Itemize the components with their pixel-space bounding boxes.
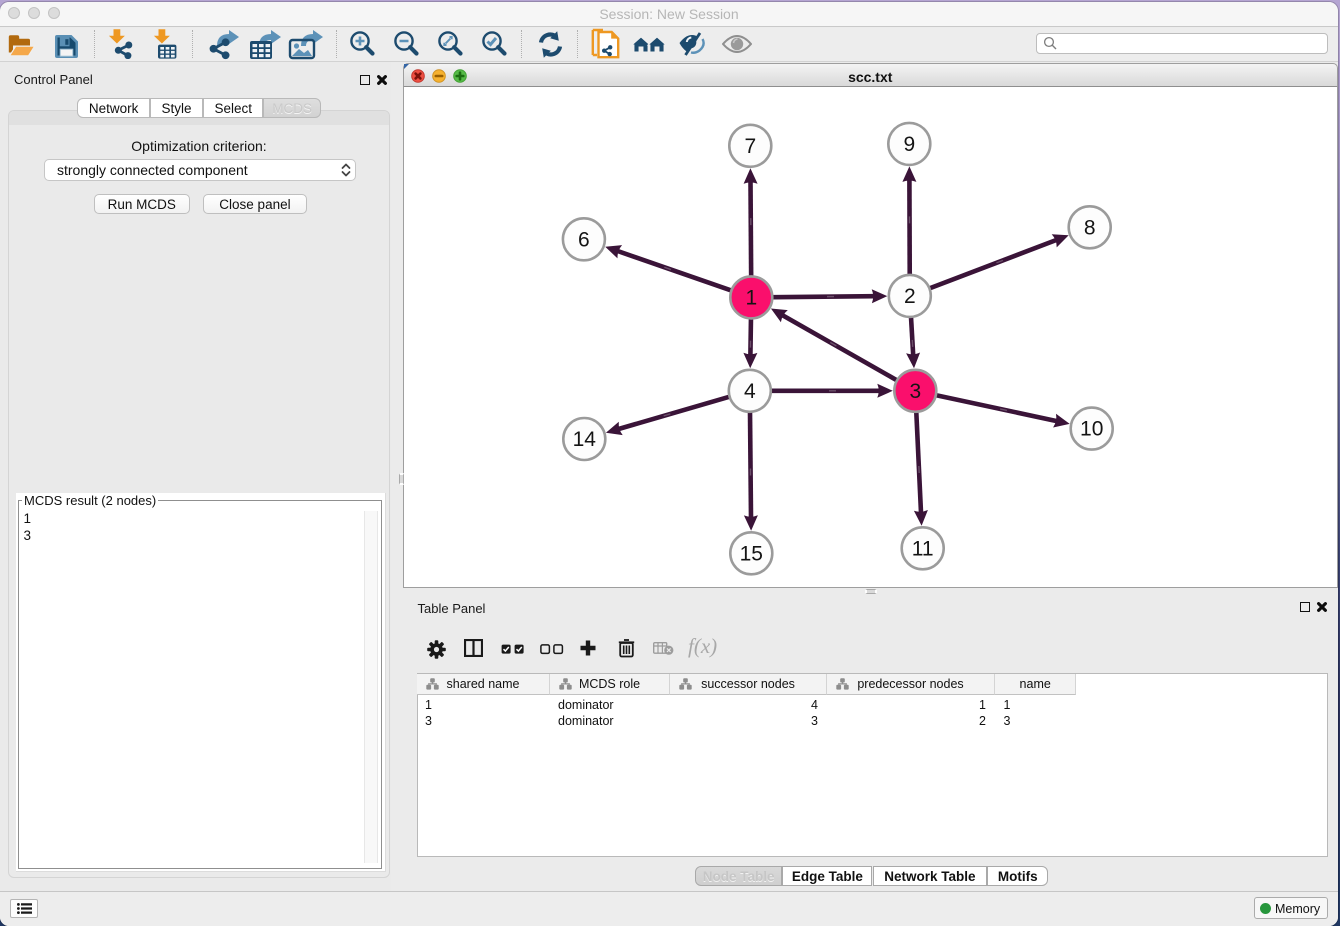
svg-text:2: 2 [904, 285, 916, 308]
svg-text:8: 8 [1084, 216, 1096, 239]
svg-text:14: 14 [573, 428, 597, 451]
svg-text:7: 7 [744, 135, 756, 158]
svg-text:4: 4 [744, 380, 756, 403]
svg-text:11: 11 [912, 537, 934, 560]
svg-text:9: 9 [903, 133, 915, 156]
svg-text:6: 6 [578, 228, 590, 251]
svg-text:15: 15 [740, 542, 763, 565]
svg-text:3: 3 [909, 380, 921, 403]
svg-text:10: 10 [1080, 418, 1103, 441]
svg-text:1: 1 [745, 286, 757, 309]
